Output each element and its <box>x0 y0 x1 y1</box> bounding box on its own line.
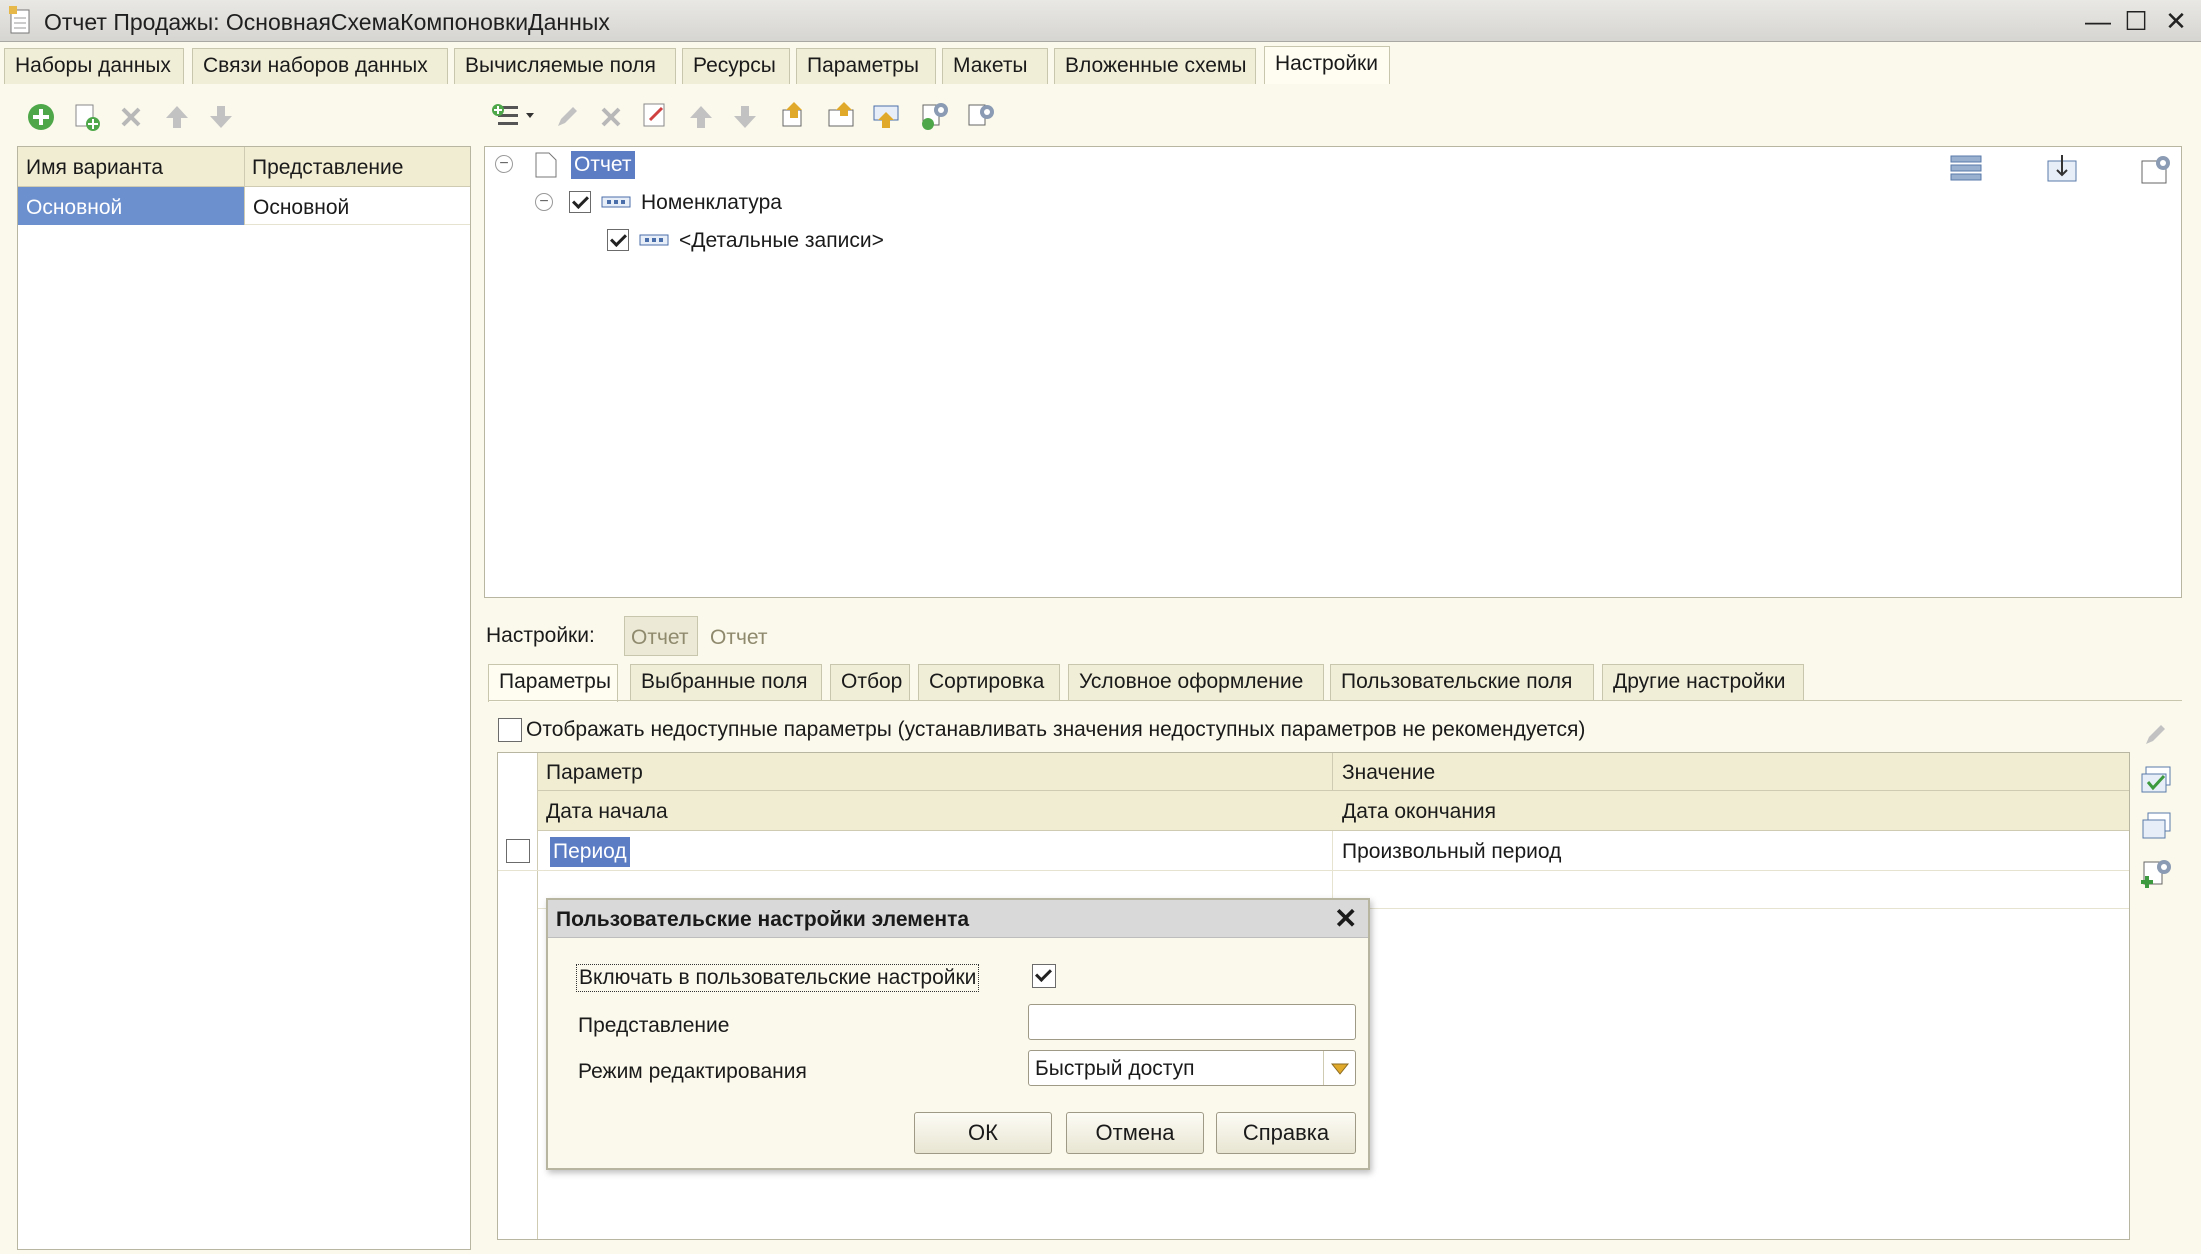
cancel-button[interactable]: Отмена <box>1066 1112 1204 1154</box>
tab-conditional-formatting[interactable]: Условное оформление <box>1068 664 1324 700</box>
dialog-close-icon[interactable]: ✕ <box>1334 902 1357 935</box>
move-up-icon[interactable] <box>162 102 192 132</box>
col-variant-name: Имя варианта <box>26 156 164 179</box>
table-row[interactable]: Основной Основной <box>18 187 470 225</box>
tree-child-label[interactable]: Номенклатура <box>641 191 782 215</box>
tab-user-fields[interactable]: Пользовательские поля <box>1330 664 1594 700</box>
representation-label: Представление <box>578 1014 730 1037</box>
tab-layouts[interactable]: Макеты <box>942 48 1048 84</box>
help-button[interactable]: Справка <box>1216 1112 1356 1154</box>
table-view-icon[interactable] <box>1949 153 1983 187</box>
move-down-icon[interactable] <box>206 102 236 132</box>
tab-settings[interactable]: Настройки <box>1264 46 1390 84</box>
tab-sorting[interactable]: Сортировка <box>918 664 1060 700</box>
add-grouping-dropdown-icon[interactable] <box>490 100 540 130</box>
insert-chart-icon[interactable] <box>2045 153 2079 187</box>
tab-resources[interactable]: Ресурсы <box>682 48 790 84</box>
settings-report-active-button[interactable]: Отчет <box>624 616 698 656</box>
checkbox-column <box>498 753 538 1239</box>
edit-mode-select[interactable]: Быстрый доступ <box>1028 1050 1356 1086</box>
title-bar: Отчет Продажы: ОсновнаяСхемаКомпоновкиДа… <box>0 0 2201 42</box>
col-end-date: Дата окончания <box>1342 800 1497 823</box>
tab-dataset-links[interactable]: Связи наборов данных <box>192 48 448 84</box>
ok-button[interactable]: ОК <box>914 1112 1052 1154</box>
collapse-child-icon[interactable]: − <box>535 193 553 211</box>
variant-name-cell[interactable]: Основной <box>18 187 244 225</box>
col-representation: Представление <box>252 156 404 179</box>
group-icon[interactable] <box>872 100 902 130</box>
uncheck-all-icon[interactable] <box>2140 810 2174 844</box>
variants-table: Имя варианта Представление Основной Осно… <box>17 146 471 1250</box>
tree-root-label[interactable]: Отчет <box>571 151 635 179</box>
include-label: Включать в пользовательские настройки <box>576 964 980 992</box>
add-user-setting-icon[interactable] <box>2140 856 2174 890</box>
edit-pencil-icon[interactable] <box>2140 720 2170 750</box>
edit-properties-icon[interactable] <box>640 100 670 130</box>
maximize-icon[interactable]: ☐ <box>2118 6 2154 36</box>
tab-parameters[interactable]: Параметры <box>796 48 936 84</box>
edit-mode-label: Режим редактирования <box>578 1060 807 1083</box>
representation-input[interactable] <box>1028 1004 1356 1040</box>
window-title: Отчет Продажы: ОсновнаяСхемаКомпоновкиДа… <box>44 9 610 35</box>
main-tabs: Наборы данных Связи наборов данных Вычис… <box>0 42 2201 84</box>
dropdown-arrow-icon[interactable] <box>1331 1063 1349 1075</box>
period-use-checkbox[interactable] <box>506 839 530 863</box>
col-parameter: Параметр <box>546 761 643 784</box>
tab-nested-schemas[interactable]: Вложенные схемы <box>1054 48 1256 84</box>
settings-label: Настройки: <box>486 624 595 647</box>
variants-header: Имя варианта Представление <box>18 147 470 187</box>
group-level-up-icon[interactable] <box>780 100 810 130</box>
col-start-date: Дата начала <box>546 800 668 823</box>
tab-other-settings[interactable]: Другие настройки <box>1602 664 1804 700</box>
group-level-down-icon[interactable] <box>826 100 856 130</box>
move-node-down-icon[interactable] <box>730 102 760 132</box>
settings-gear-icon[interactable] <box>966 100 996 130</box>
tab-calculated-fields[interactable]: Вычисляемые поля <box>454 48 676 84</box>
tab-filter[interactable]: Отбор <box>830 664 910 700</box>
tabs-divider <box>488 700 2182 701</box>
copy-add-icon[interactable] <box>72 102 102 132</box>
detail-records-checkbox[interactable] <box>607 229 629 251</box>
edit-icon[interactable] <box>552 102 582 132</box>
table-row[interactable]: Период Произвольный период <box>498 831 2129 909</box>
dialog-title: Пользовательские настройки элемента <box>556 908 970 931</box>
dialog-titlebar: Пользовательские настройки элемента ✕ <box>548 900 1368 938</box>
show-unavailable-checkbox[interactable] <box>498 718 522 742</box>
add-icon[interactable] <box>26 102 56 132</box>
show-unavailable-label: Отображать недоступные параметры (устана… <box>526 718 1586 741</box>
tab-datasets[interactable]: Наборы данных <box>4 48 184 84</box>
col-value: Значение <box>1342 761 1436 784</box>
structure-settings-icon[interactable] <box>2139 153 2173 187</box>
params-header: Параметр Значение <box>538 753 2129 831</box>
user-settings-icon[interactable] <box>920 100 950 130</box>
grouping-icon <box>601 196 631 208</box>
report-node-icon <box>535 152 557 178</box>
tab-selected-fields[interactable]: Выбранные поля <box>630 664 822 700</box>
tab-settings-parameters[interactable]: Параметры <box>488 664 618 702</box>
detail-grouping-icon <box>639 234 669 246</box>
delete-icon[interactable] <box>116 102 146 132</box>
include-checkbox[interactable] <box>1032 964 1056 988</box>
report-app-icon <box>9 6 30 34</box>
minimize-icon[interactable]: — <box>2080 6 2116 36</box>
nomenclature-checkbox[interactable] <box>569 191 591 213</box>
move-node-up-icon[interactable] <box>686 102 716 132</box>
period-value-cell[interactable]: Произвольный период <box>1342 840 1561 864</box>
check-all-icon[interactable] <box>2140 764 2174 798</box>
collapse-root-icon[interactable]: − <box>495 155 513 173</box>
edit-mode-value: Быстрый доступ <box>1035 1057 1195 1080</box>
delete-node-icon[interactable] <box>596 102 626 132</box>
params-subheader: Дата начала Дата окончания <box>538 791 2129 831</box>
close-window-icon[interactable]: ✕ <box>2158 6 2194 36</box>
settings-report-button[interactable]: Отчет <box>710 626 768 650</box>
user-settings-dialog: Пользовательские настройки элемента ✕ Вк… <box>546 898 1370 1170</box>
variant-repr-cell[interactable]: Основной <box>244 187 470 225</box>
tree-grandchild-label[interactable]: <Детальные записи> <box>679 229 884 253</box>
structure-tree: − Отчет − Номенклатура <Детальные записи… <box>484 146 2182 598</box>
period-param-cell[interactable]: Период <box>550 837 630 867</box>
